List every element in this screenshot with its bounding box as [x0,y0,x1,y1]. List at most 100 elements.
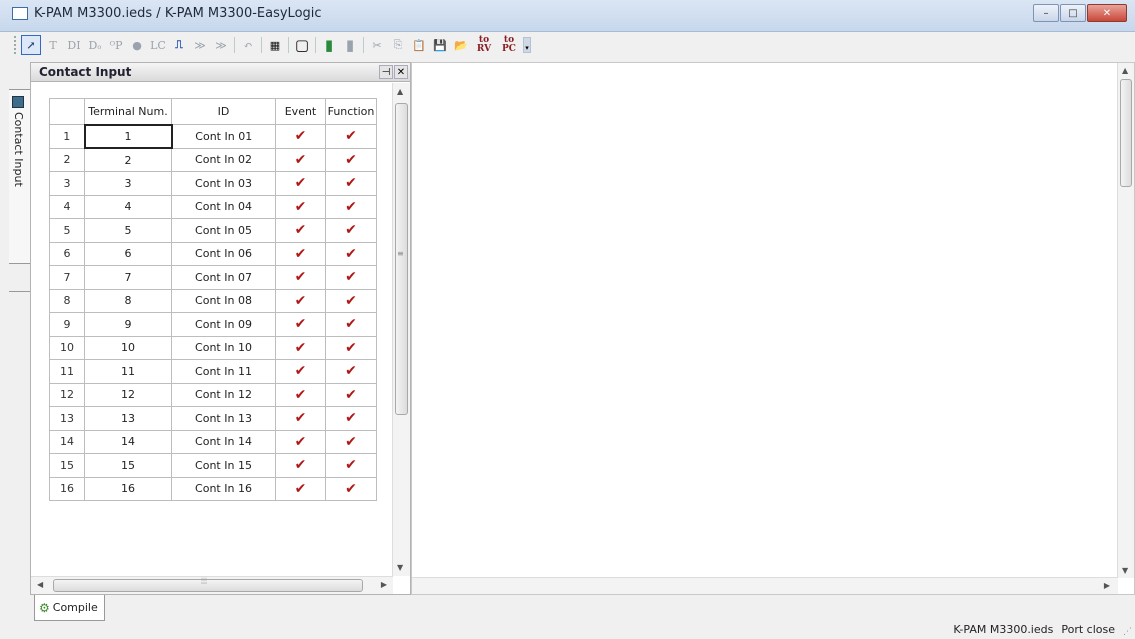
scroll-right-arrow-icon[interactable]: ▶ [1104,581,1110,590]
panel-vertical-scrollbar[interactable]: ▲ ≡ ▼ [392,83,410,576]
to-rv-button[interactable]: to RV [473,35,495,55]
row-number-cell[interactable]: 11 [49,359,85,384]
id-cell[interactable]: Cont In 15 [171,453,276,478]
grid-tool-icon[interactable]: ▦ [266,35,284,55]
row-number-cell[interactable]: 8 [49,288,85,313]
terminal-num-cell[interactable]: 10 [84,335,172,360]
toolbar-grip[interactable] [14,36,18,54]
table-row[interactable]: 7 7 Cont In 07 ✔ ✔ [49,265,377,290]
table-row[interactable]: 4 4 Cont In 04 ✔ ✔ [49,194,377,219]
function-checkmark-icon[interactable]: ✔ [325,406,377,431]
save-tool-icon[interactable]: 💾 [431,35,449,55]
side-tab-empty[interactable] [9,267,31,292]
id-cell[interactable]: Cont In 01 [171,124,276,149]
terminal-num-cell[interactable]: 8 [84,288,172,313]
terminal-num-cell[interactable]: 4 [84,194,172,219]
function-checkmark-icon[interactable]: ✔ [325,312,377,337]
event-checkmark-icon[interactable]: ✔ [275,241,326,266]
id-cell[interactable]: Cont In 11 [171,359,276,384]
copy-tool-icon[interactable]: ⎘ [389,35,407,55]
column-header-event[interactable]: Event [275,98,326,125]
to-pc-button[interactable]: to PC [498,35,520,55]
close-button[interactable]: ✕ [1087,4,1127,22]
table-row[interactable]: 16 16 Cont In 16 ✔ ✔ [49,476,377,501]
editor-horizontal-scrollbar[interactable]: ▶ [412,577,1118,594]
toolbar-overflow-chevron-icon[interactable]: ▾ [523,37,531,53]
frame-tool-icon[interactable]: ▢ [293,35,311,55]
table-row[interactable]: 3 3 Cont In 03 ✔ ✔ [49,171,377,196]
event-checkmark-icon[interactable]: ✔ [275,194,326,219]
terminal-num-cell[interactable]: 5 [84,218,172,243]
panel-close-icon[interactable]: ✕ [394,65,408,79]
terminal-num-cell[interactable]: 2 [84,147,172,172]
table-row[interactable]: 14 14 Cont In 14 ✔ ✔ [49,429,377,454]
scroll-up-arrow-icon[interactable]: ▲ [397,87,403,96]
undo-tool-icon[interactable]: ↶ [239,35,257,55]
table-row[interactable]: 2 2 Cont In 02 ✔ ✔ [49,147,377,172]
table-row[interactable]: 5 5 Cont In 05 ✔ ✔ [49,218,377,243]
pulse-tool-icon[interactable]: ⎍ [170,35,188,55]
function-checkmark-icon[interactable]: ✔ [325,265,377,290]
row-number-cell[interactable]: 10 [49,335,85,360]
function-checkmark-icon[interactable]: ✔ [325,382,377,407]
forward2-tool-icon[interactable]: ≫ [212,35,230,55]
row-number-cell[interactable]: 4 [49,194,85,219]
side-tab-contact-input[interactable]: Contact Input [9,89,31,264]
event-checkmark-icon[interactable]: ✔ [275,335,326,360]
event-checkmark-icon[interactable]: ✔ [275,359,326,384]
terminal-num-cell[interactable]: 13 [84,406,172,431]
row-number-cell[interactable]: 15 [49,453,85,478]
id-cell[interactable]: Cont In 06 [171,241,276,266]
row-number-cell[interactable]: 5 [49,218,85,243]
panel-horizontal-scrollbar[interactable]: ◀ ⦙⦙⦙ ▶ [31,576,393,594]
terminal-num-cell[interactable]: 1 [83,123,173,149]
table-row[interactable]: 12 12 Cont In 12 ✔ ✔ [49,382,377,407]
scroll-down-arrow-icon[interactable]: ▼ [1122,566,1128,575]
function-checkmark-icon[interactable]: ✔ [325,429,377,454]
id-cell[interactable]: Cont In 05 [171,218,276,243]
color-tool-icon[interactable]: ▮ [320,35,338,55]
table-row[interactable]: 9 9 Cont In 09 ✔ ✔ [49,312,377,337]
terminal-num-cell[interactable]: 6 [84,241,172,266]
scroll-thumb[interactable] [395,103,408,415]
row-number-cell[interactable]: 14 [49,429,85,454]
function-checkmark-icon[interactable]: ✔ [325,453,377,478]
event-checkmark-icon[interactable]: ✔ [275,453,326,478]
table-row[interactable]: 8 8 Cont In 08 ✔ ✔ [49,288,377,313]
event-checkmark-icon[interactable]: ✔ [275,429,326,454]
table-row[interactable]: 13 13 Cont In 13 ✔ ✔ [49,406,377,431]
event-checkmark-icon[interactable]: ✔ [275,147,326,172]
scroll-down-arrow-icon[interactable]: ▼ [397,563,403,572]
table-row[interactable]: 1 1 Cont In 01 ✔ ✔ [49,123,377,149]
event-checkmark-icon[interactable]: ✔ [275,406,326,431]
function-checkmark-icon[interactable]: ✔ [325,241,377,266]
row-number-cell[interactable]: 12 [49,382,85,407]
pin-icon[interactable]: ⊣ [379,65,393,79]
fill-tool-icon[interactable]: ▮ [341,35,359,55]
id-cell[interactable]: Cont In 08 [171,288,276,313]
id-cell[interactable]: Cont In 16 [171,476,276,501]
event-checkmark-icon[interactable]: ✔ [275,218,326,243]
row-number-cell[interactable]: 6 [49,241,85,266]
row-number-cell[interactable]: 2 [49,147,85,172]
table-row[interactable]: 10 10 Cont In 10 ✔ ✔ [49,335,377,360]
logic-component-tool-icon[interactable]: LC [149,35,167,55]
terminal-num-cell[interactable]: 9 [84,312,172,337]
id-cell[interactable]: Cont In 14 [171,429,276,454]
function-checkmark-icon[interactable]: ✔ [325,218,377,243]
id-cell[interactable]: Cont In 07 [171,265,276,290]
maximize-button[interactable]: □ [1060,4,1086,22]
id-cell[interactable]: Cont In 04 [171,194,276,219]
table-row[interactable]: 11 11 Cont In 11 ✔ ✔ [49,359,377,384]
minimize-button[interactable]: – [1033,4,1059,22]
column-header-function[interactable]: Function [325,98,377,125]
function-checkmark-icon[interactable]: ✔ [325,171,377,196]
event-checkmark-icon[interactable]: ✔ [275,476,326,501]
function-checkmark-icon[interactable]: ✔ [325,147,377,172]
event-checkmark-icon[interactable]: ✔ [275,171,326,196]
select-tool-icon[interactable]: ↗ [21,35,41,55]
forward-tool-icon[interactable]: ≫ [191,35,209,55]
paste-tool-icon[interactable]: 📋 [410,35,428,55]
row-number-cell[interactable]: 7 [49,265,85,290]
row-number-cell[interactable]: 16 [49,476,85,501]
